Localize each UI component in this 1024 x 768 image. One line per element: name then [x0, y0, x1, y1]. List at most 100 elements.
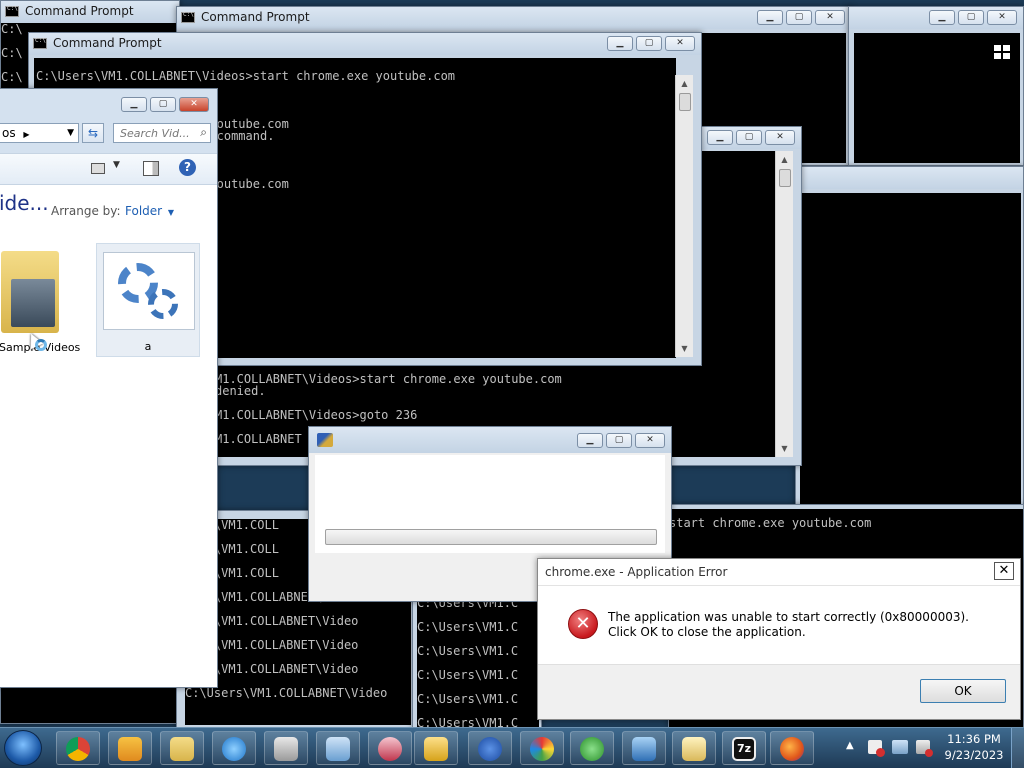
console-line: sers\VM1.COLLABNET\Video — [185, 638, 359, 652]
minimize-button[interactable]: ▁ — [929, 10, 955, 25]
start-orb-icon[interactable] — [4, 730, 42, 766]
close-button[interactable]: ✕ — [179, 97, 209, 112]
cmd-window-right[interactable]: ▁ ▢ ✕ — [848, 6, 1024, 166]
wordpad-icon — [326, 737, 350, 761]
folder-icon — [1, 251, 59, 333]
maximize-button[interactable]: ▢ — [150, 97, 176, 112]
maximize-button[interactable]: ▢ — [636, 36, 662, 51]
taskbar-media-center[interactable] — [108, 731, 152, 765]
taskbar-snipping-tool[interactable] — [368, 731, 412, 765]
console-line: denied. — [215, 384, 266, 398]
address-bar[interactable]: os ▶ ▼ — [0, 123, 79, 143]
close-icon[interactable]: ✕ — [994, 562, 1014, 580]
folder-item[interactable]: Sample Videos — [0, 243, 89, 354]
show-desktop-button[interactable] — [1011, 728, 1024, 768]
scroll-thumb[interactable] — [779, 169, 791, 187]
cmd-window-bottom-mid[interactable]: C:\Users\VM1.C C:\Users\VM1.C C:\Users\V… — [412, 590, 542, 728]
maximize-button[interactable]: ▢ — [736, 130, 762, 145]
scroll-up-icon[interactable]: ▲ — [776, 151, 793, 168]
titlebar[interactable]: ▁ ▢ ✕ — [309, 427, 671, 453]
scroll-thumb[interactable] — [679, 93, 691, 111]
taskbar-calculator[interactable] — [414, 731, 458, 765]
titlebar[interactable]: Command Prompt — [1, 1, 179, 23]
help-icon — [478, 737, 502, 761]
cmd-icon — [33, 37, 47, 49]
chevron-down-icon[interactable]: ▼ — [67, 124, 74, 142]
taskbar-chrome[interactable] — [56, 731, 100, 765]
minimize-button[interactable]: ▁ — [607, 36, 633, 51]
close-button[interactable]: ✕ — [765, 130, 795, 145]
arrange-value[interactable]: Folder — [125, 204, 162, 218]
chevron-down-icon[interactable]: ▼ — [168, 208, 174, 217]
taskbar-firefox[interactable] — [770, 731, 814, 765]
dialog-title: chrome.exe - Application Error — [545, 565, 728, 579]
views-icon[interactable] — [91, 163, 105, 174]
error-dialog[interactable]: chrome.exe - Application Error ✕ ✕ The a… — [537, 558, 1021, 720]
window-title: Command Prompt — [53, 36, 162, 50]
refresh-button[interactable]: ⇆ — [82, 123, 104, 143]
folder-icon — [170, 737, 194, 761]
minimize-button[interactable]: ▁ — [577, 433, 603, 448]
arrange-label: Arrange by: — [51, 204, 121, 218]
taskbar-file-explorer[interactable] — [160, 731, 204, 765]
titlebar[interactable] — [796, 167, 1023, 189]
console-line: C:\Users\VM1.C — [417, 668, 519, 682]
taskbar-internet-explorer[interactable] — [212, 731, 256, 765]
console-output — [800, 193, 1021, 543]
cmd-window-right-lower[interactable] — [795, 166, 1024, 546]
close-button[interactable]: ✕ — [815, 10, 845, 25]
search-input[interactable]: Search Vid... ⌕ — [113, 123, 211, 143]
taskbar-help[interactable] — [468, 731, 512, 765]
arrange-dropdown[interactable]: Folder ▼ — [125, 204, 174, 218]
internet-explorer-icon — [222, 737, 246, 761]
console-scrollbar[interactable]: ▲ ▼ — [675, 75, 693, 357]
taskbar-wordpad[interactable] — [316, 731, 360, 765]
taskbar: 7z ▲ 11:36 PM 9/23/2023 — [0, 727, 1024, 768]
show-hidden-icons-icon[interactable]: ▲ — [846, 740, 854, 751]
taskbar-fax-scanner[interactable] — [264, 731, 308, 765]
console-scrollbar[interactable]: ▲ ▼ — [775, 151, 793, 457]
windows-update-icon — [580, 737, 604, 761]
calculator-icon — [424, 737, 448, 761]
file-item[interactable]: a — [96, 243, 200, 357]
scroll-down-icon[interactable]: ▼ — [776, 440, 793, 457]
taskbar-windows-update[interactable] — [570, 731, 614, 765]
dialog-titlebar[interactable]: chrome.exe - Application Error ✕ — [538, 559, 1020, 586]
chevron-down-icon[interactable]: ▼ — [113, 160, 120, 170]
item-label: a — [144, 340, 152, 353]
taskbar-library-docs[interactable] — [672, 731, 716, 765]
window-title: Command Prompt — [201, 10, 310, 24]
clock[interactable]: 11:36 PM 9/23/2023 — [942, 731, 1006, 763]
scroll-up-icon[interactable]: ▲ — [676, 75, 693, 92]
taskbar-remote-desktop[interactable] — [622, 731, 666, 765]
search-placeholder: Search Vid... — [120, 127, 190, 140]
close-button[interactable]: ✕ — [635, 433, 665, 448]
console-line: C:\Users\VM1.COLLABNET\Video — [185, 686, 388, 700]
scroll-down-icon[interactable]: ▼ — [676, 340, 693, 357]
titlebar[interactable]: Command Prompt ▁ ▢ ✕ — [177, 7, 851, 29]
help-icon[interactable]: ? — [179, 159, 196, 176]
ok-button[interactable]: OK — [920, 679, 1006, 703]
close-button[interactable]: ✕ — [665, 36, 695, 51]
minimize-button[interactable]: ▁ — [707, 130, 733, 145]
maximize-button[interactable]: ▢ — [786, 10, 812, 25]
breadcrumb-arrow-icon[interactable]: ▶ — [23, 130, 29, 139]
minimize-button[interactable]: ▁ — [121, 97, 147, 112]
titlebar[interactable]: ▁ ▢ ✕ — [849, 7, 1023, 29]
taskbar-7zip[interactable]: 7z — [722, 731, 766, 765]
preview-pane-icon[interactable] — [143, 161, 159, 176]
network-icon[interactable] — [892, 740, 908, 754]
close-button[interactable]: ✕ — [987, 10, 1017, 25]
taskbar-paint[interactable] — [520, 731, 564, 765]
gears-icon — [103, 252, 195, 330]
minimize-button[interactable]: ▁ — [757, 10, 783, 25]
volume-icon[interactable] — [916, 740, 933, 757]
explorer-window[interactable]: ▁ ▢ ✕ os ▶ ▼ ⇆ Search Vid... ⌕ ▼ ? ide..… — [0, 88, 218, 688]
command-bar: ▼ ? — [0, 153, 217, 185]
titlebar[interactable]: Command Prompt ▁ ▢ ✕ — [29, 33, 701, 55]
action-center-icon[interactable] — [868, 740, 885, 757]
breadcrumb[interactable]: os — [0, 126, 16, 140]
search-icon[interactable]: ⌕ — [200, 125, 207, 140]
maximize-button[interactable]: ▢ — [958, 10, 984, 25]
maximize-button[interactable]: ▢ — [606, 433, 632, 448]
